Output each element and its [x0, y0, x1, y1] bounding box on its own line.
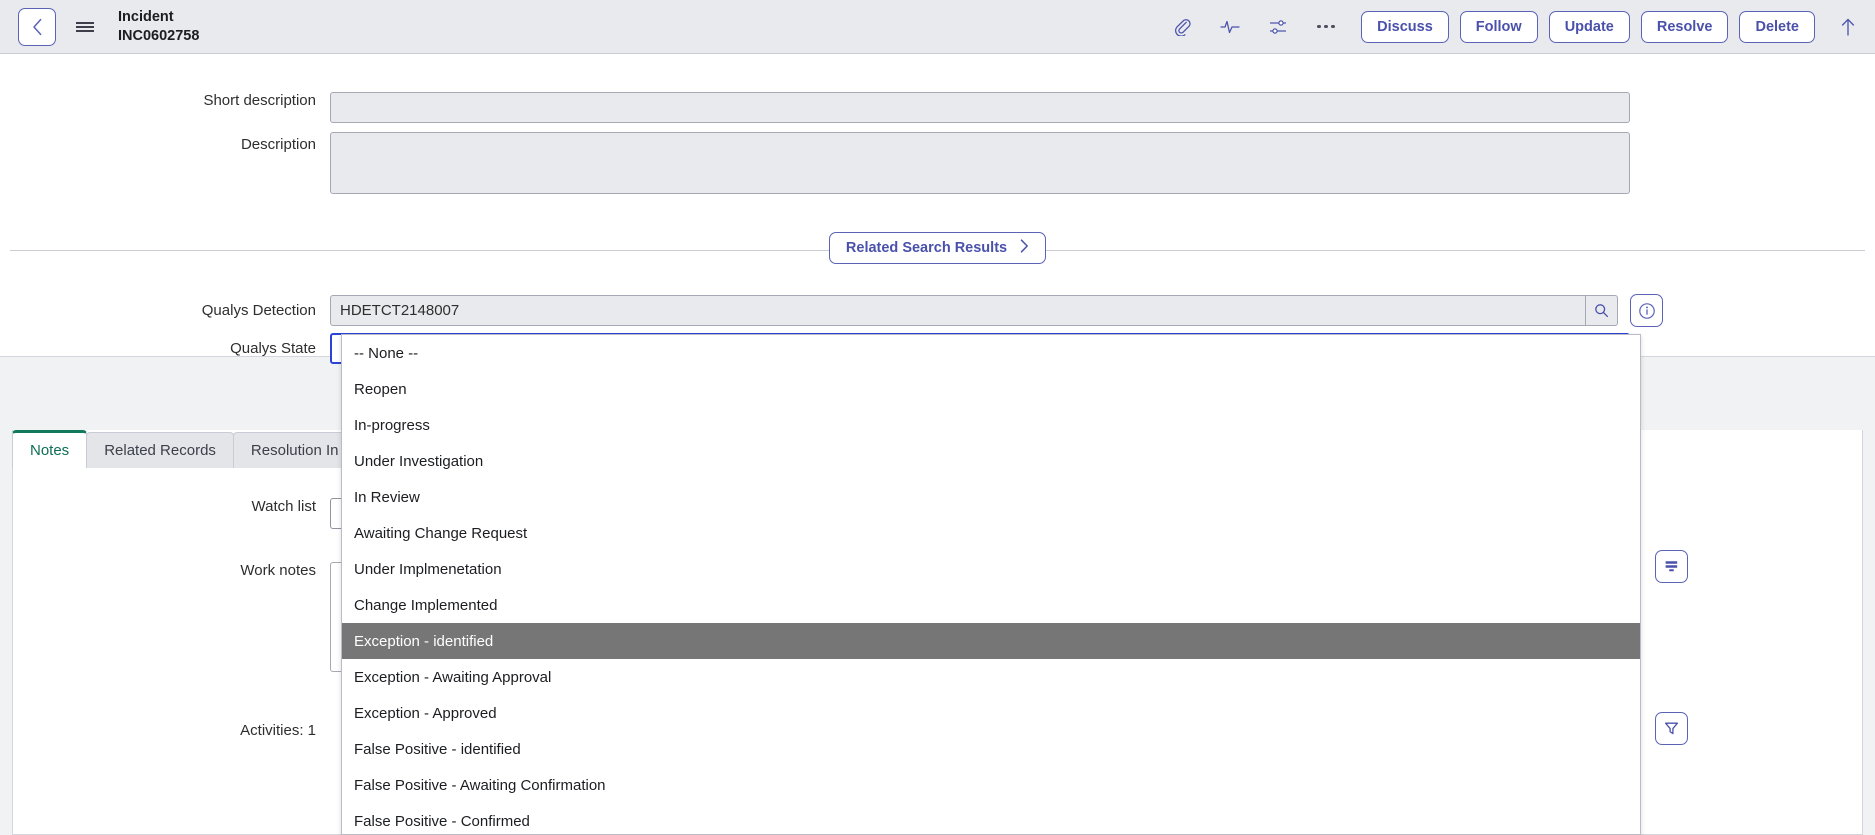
short-description-input[interactable]: [330, 92, 1630, 123]
work-notes-label: Work notes: [240, 562, 316, 579]
chevron-right-icon: [1020, 239, 1029, 257]
tab-notes-label: Notes: [30, 442, 70, 459]
tab-resolution-information[interactable]: Resolution In: [232, 432, 357, 468]
journal-list-icon[interactable]: [1655, 550, 1688, 583]
tab-related-records-label: Related Records: [104, 442, 216, 459]
field-row-description: Description: [0, 132, 1875, 194]
follow-button[interactable]: Follow: [1459, 10, 1538, 43]
update-button[interactable]: Update: [1548, 10, 1630, 43]
qualys-state-option[interactable]: Reopen: [342, 371, 1640, 407]
record-number-label: INC0602758: [118, 27, 200, 44]
qualys-state-option[interactable]: In-progress: [342, 407, 1640, 443]
resolve-button[interactable]: Resolve: [1640, 10, 1729, 43]
related-search-results-button[interactable]: Related Search Results: [828, 232, 1047, 264]
description-label: Description: [240, 136, 316, 153]
qualys-state-option[interactable]: Change Implemented: [342, 587, 1640, 623]
more-options-icon[interactable]: [1309, 10, 1343, 44]
qualys-state-option[interactable]: Under Investigation: [342, 443, 1640, 479]
tab-related-records[interactable]: Related Records: [86, 432, 234, 468]
magnifier-icon[interactable]: [1586, 295, 1618, 326]
arrow-up-icon[interactable]: [1829, 8, 1867, 46]
field-row-short-description: Short description: [0, 92, 1875, 123]
back-button[interactable]: [18, 7, 56, 46]
personalize-sliders-icon[interactable]: [1261, 10, 1295, 44]
delete-button[interactable]: Delete: [1739, 10, 1815, 43]
watch-list-label: Watch list: [251, 498, 316, 515]
qualys-state-option[interactable]: Under Implmenetation: [342, 551, 1640, 587]
page-title: Incident INC0602758: [118, 8, 199, 45]
tab-resolution-information-label: Resolution In: [250, 442, 339, 459]
qualys-state-option[interactable]: Exception - identified: [342, 623, 1640, 659]
related-search-results-label: Related Search Results: [845, 240, 1008, 256]
record-header-toolbar: Incident INC0602758 Discuss Follow Updat…: [0, 0, 1875, 54]
description-textarea[interactable]: [330, 132, 1630, 194]
discuss-button[interactable]: Discuss: [1361, 10, 1449, 43]
qualys-state-option[interactable]: Awaiting Change Request: [342, 515, 1640, 551]
qualys-state-option[interactable]: Exception - Approved: [342, 695, 1640, 731]
activity-pulse-icon[interactable]: [1213, 10, 1247, 44]
qualys-state-option[interactable]: False Positive - Confirmed: [342, 803, 1640, 834]
short-description-label: Short description: [203, 92, 316, 109]
qualys-state-label: Qualys State: [230, 340, 316, 357]
record-type-label: Incident: [118, 8, 174, 25]
tab-strip: Notes Related Records Resolution In: [12, 430, 357, 468]
tab-notes[interactable]: Notes: [12, 430, 88, 468]
attachment-icon[interactable]: [1165, 10, 1199, 44]
qualys-state-option[interactable]: False Positive - identified: [342, 731, 1640, 767]
qualys-detection-input[interactable]: HDETCT2148007: [330, 295, 1586, 326]
info-circle-icon[interactable]: [1630, 294, 1663, 327]
qualys-state-option[interactable]: In Review: [342, 479, 1640, 515]
qualys-state-dropdown-list[interactable]: -- None -- Reopen In-progress Under Investi…: [341, 334, 1641, 835]
qualys-state-option[interactable]: Exception - Awaiting Approval: [342, 659, 1640, 695]
field-row-qualys-detection: Qualys Detection HDETCT2148007: [0, 294, 1875, 327]
hamburger-menu-icon[interactable]: [70, 7, 100, 47]
qualys-detection-label: Qualys Detection: [201, 302, 316, 319]
filter-funnel-icon[interactable]: [1655, 712, 1688, 745]
activities-label: Activities: 1: [240, 722, 316, 739]
qualys-state-option[interactable]: False Positive - Awaiting Confirmation: [342, 767, 1640, 803]
qualys-state-option[interactable]: -- None --: [342, 335, 1640, 371]
